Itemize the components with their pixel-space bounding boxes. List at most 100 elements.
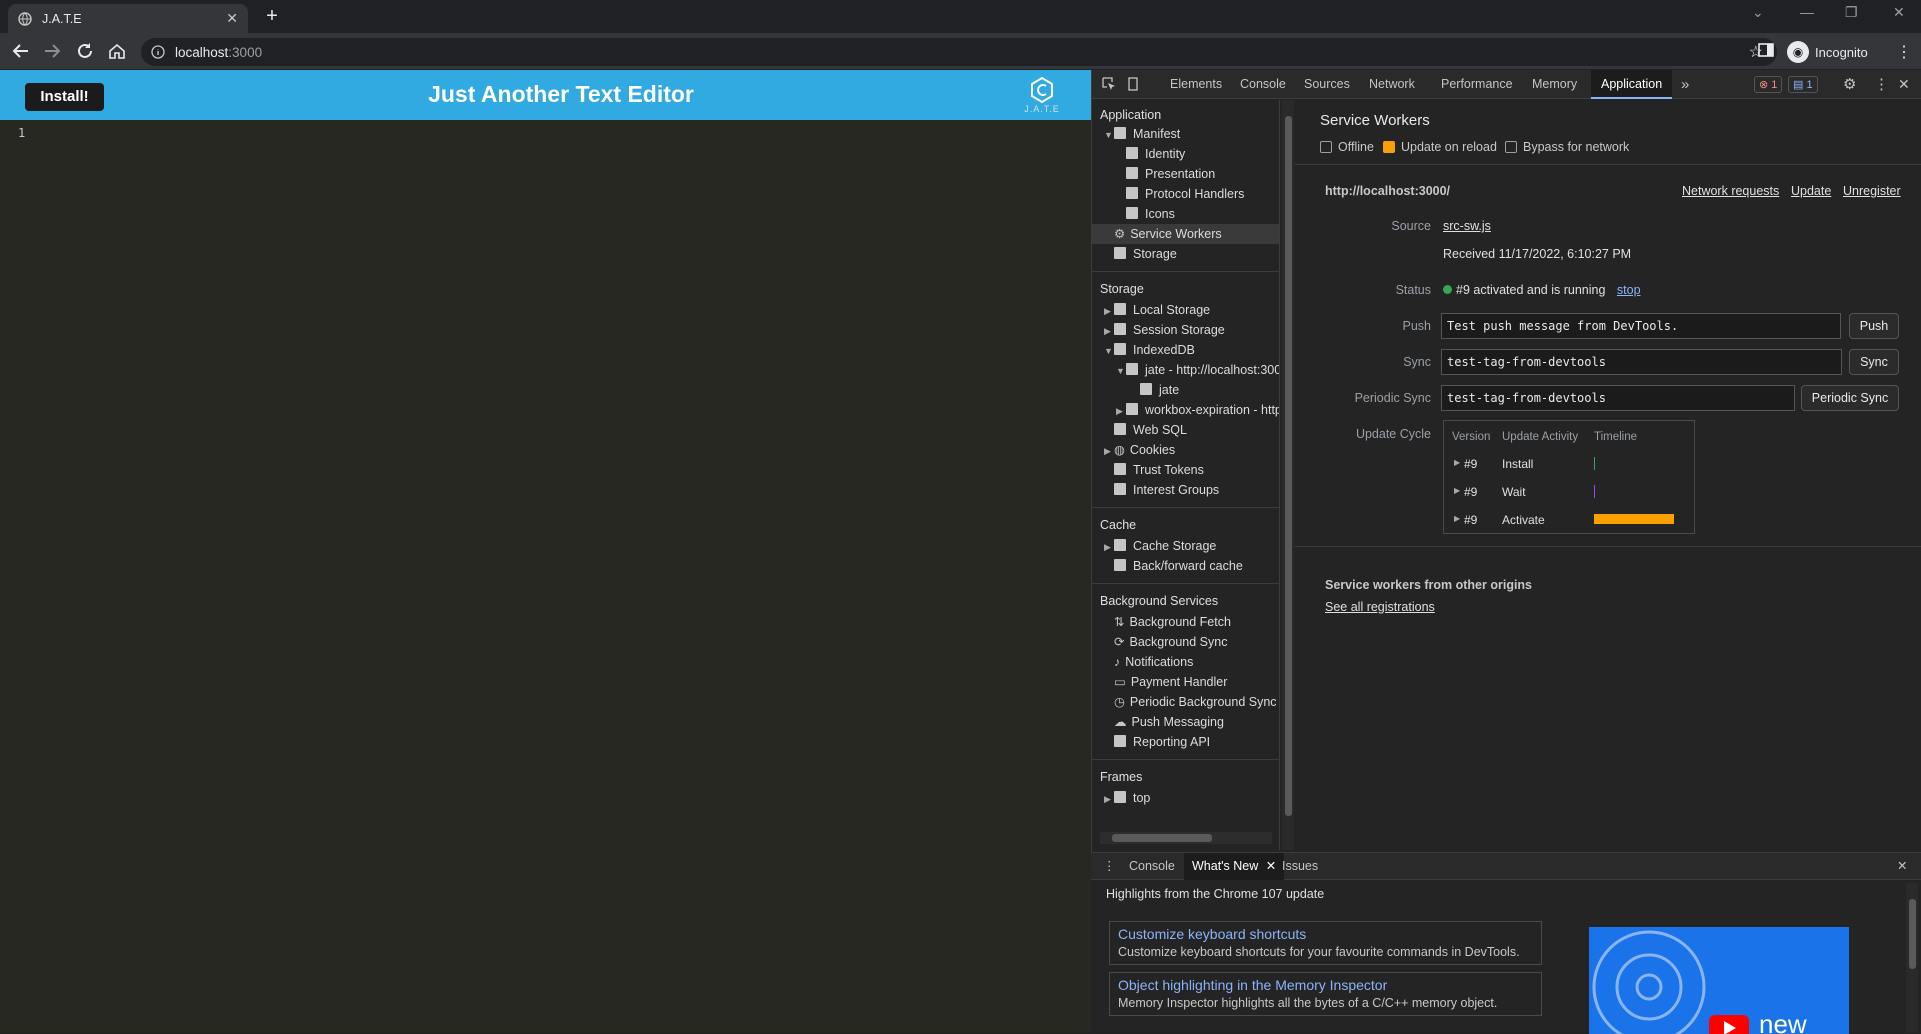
sidebar-item-interest-groups[interactable]: Interest Groups: [1092, 480, 1279, 500]
expand-right-icon[interactable]: ▶: [1454, 514, 1460, 523]
tab-network[interactable]: Network: [1369, 70, 1415, 99]
update-on-reload-checkbox[interactable]: Update on reload: [1383, 140, 1497, 154]
editor-area[interactable]: [40, 122, 1080, 1022]
network-requests-link[interactable]: Network requests: [1682, 184, 1779, 198]
sidebar-item-storage-overview[interactable]: Storage: [1092, 244, 1279, 264]
unregister-link[interactable]: Unregister: [1843, 184, 1901, 198]
card-title[interactable]: Customize keyboard shortcuts: [1118, 926, 1533, 942]
offline-checkbox[interactable]: Offline: [1320, 140, 1374, 154]
sidebar-item-icons[interactable]: Icons: [1092, 204, 1279, 224]
video-thumbnail[interactable]: new: [1589, 927, 1849, 1034]
incognito-indicator[interactable]: ◉ Incognito: [1787, 40, 1868, 64]
expand-right-icon[interactable]: ▶: [1454, 486, 1460, 495]
expand-right-icon[interactable]: ▶: [1104, 537, 1114, 557]
table-row[interactable]: ▶ #9 Install: [1444, 453, 1694, 479]
expand-right-icon[interactable]: ▶: [1104, 301, 1114, 321]
tab-memory[interactable]: Memory: [1532, 70, 1577, 99]
sidebar-item-presentation[interactable]: Presentation: [1092, 164, 1279, 184]
checkbox-icon[interactable]: [1320, 141, 1332, 153]
message-badge[interactable]: ▤ 1: [1788, 76, 1818, 93]
expand-right-icon[interactable]: ▶: [1454, 458, 1460, 467]
sidebar-item-cookies[interactable]: ▶ ◍ Cookies: [1092, 440, 1279, 461]
sidebar-item-web-sql[interactable]: Web SQL: [1092, 420, 1279, 440]
card-title[interactable]: Object highlighting in the Memory Inspec…: [1118, 977, 1533, 993]
drawer-tab-whats-new[interactable]: What's New ✕: [1184, 853, 1285, 880]
sidebar-item-identity[interactable]: Identity: [1092, 144, 1279, 164]
push-button[interactable]: Push: [1849, 313, 1899, 339]
error-badge[interactable]: ⊗ 1: [1754, 76, 1783, 93]
expand-down-icon[interactable]: ▼: [1104, 125, 1114, 145]
sidebar-hscrollbar[interactable]: [1100, 832, 1272, 844]
close-window-icon[interactable]: ✕: [1893, 4, 1905, 21]
inspect-element-icon[interactable]: [1102, 70, 1116, 99]
home-icon[interactable]: [108, 42, 128, 62]
sync-input[interactable]: test-tag-from-devtools: [1441, 349, 1842, 375]
sidebar-item-payment-handler[interactable]: ▭ Payment Handler: [1092, 672, 1279, 692]
sidebar-item-bfcache[interactable]: Back/forward cache: [1092, 556, 1279, 576]
expand-right-icon[interactable]: ▶: [1104, 789, 1114, 809]
table-row[interactable]: ▶ #9 Wait: [1444, 481, 1694, 507]
drawer-scrollbar[interactable]: [1906, 883, 1918, 1033]
sidebar-item-notifications[interactable]: ♪ Notifications: [1092, 652, 1279, 672]
forward-icon[interactable]: [43, 42, 63, 62]
sidebar-item-manifest[interactable]: ▼ Manifest: [1092, 124, 1279, 145]
whats-new-card[interactable]: Customize keyboard shortcuts Customize k…: [1109, 921, 1542, 965]
periodic-sync-input[interactable]: test-tag-from-devtools: [1441, 385, 1795, 411]
close-tab-icon[interactable]: ✕: [226, 10, 238, 27]
close-devtools-icon[interactable]: ✕: [1898, 70, 1910, 99]
see-all-registrations-link[interactable]: See all registrations: [1325, 600, 1435, 614]
sidebar-vscrollbar[interactable]: [1282, 100, 1294, 850]
table-row[interactable]: ▶ #9 Activate: [1444, 509, 1694, 535]
tab-search-icon[interactable]: ⌄: [1752, 4, 1764, 21]
new-tab-button[interactable]: +: [262, 6, 282, 26]
address-bar[interactable]: localhost:3000 ☆: [141, 38, 1777, 66]
restore-icon[interactable]: ❐: [1845, 4, 1858, 21]
reload-icon[interactable]: [76, 42, 96, 62]
whats-new-card[interactable]: Object highlighting in the Memory Inspec…: [1109, 972, 1542, 1016]
sidebar-item-service-workers[interactable]: ⚙ Service Workers: [1092, 224, 1279, 244]
checkbox-icon[interactable]: [1505, 141, 1517, 153]
device-toolbar-icon[interactable]: [1126, 70, 1140, 99]
sidebar-item-session-storage[interactable]: ▶ Session Storage: [1092, 320, 1279, 341]
sync-button[interactable]: Sync: [1849, 349, 1899, 375]
minimize-icon[interactable]: —: [1800, 4, 1814, 20]
sidebar-item-workbox-expiration[interactable]: ▶ workbox-expiration - http: [1092, 400, 1279, 421]
sidebar-item-local-storage[interactable]: ▶ Local Storage: [1092, 300, 1279, 321]
devtools-menu-icon[interactable]: ⋮: [1874, 70, 1889, 99]
bypass-checkbox[interactable]: Bypass for network: [1505, 140, 1629, 154]
push-input[interactable]: Test push message from DevTools.: [1441, 313, 1841, 339]
drawer-tab-issues[interactable]: Issues: [1282, 859, 1318, 873]
drawer-menu-icon[interactable]: ⋮: [1103, 858, 1116, 873]
settings-gear-icon[interactable]: ⚙: [1843, 70, 1856, 99]
tab-performance[interactable]: Performance: [1441, 70, 1513, 99]
tab-application[interactable]: Application: [1591, 70, 1673, 99]
expand-right-icon[interactable]: ▶: [1104, 441, 1114, 461]
stop-link[interactable]: stop: [1617, 283, 1641, 297]
sidebar-item-jate-store[interactable]: jate: [1092, 380, 1279, 400]
periodic-sync-button[interactable]: Periodic Sync: [1801, 385, 1899, 411]
drawer-tab-console[interactable]: Console: [1129, 859, 1175, 873]
sidebar-item-jate-db[interactable]: ▼ jate - http://localhost:300: [1092, 360, 1279, 381]
sidebar-item-protocol-handlers[interactable]: Protocol Handlers: [1092, 184, 1279, 204]
side-panel-icon[interactable]: [1758, 42, 1778, 62]
expand-right-icon[interactable]: ▶: [1104, 321, 1114, 341]
sidebar-item-background-sync[interactable]: ⟳ Background Sync: [1092, 632, 1279, 652]
sidebar-item-push-messaging[interactable]: ☁ Push Messaging: [1092, 712, 1279, 732]
expand-right-icon[interactable]: ▶: [1116, 401, 1126, 421]
sidebar-item-reporting-api[interactable]: Reporting API: [1092, 732, 1279, 752]
browser-tab[interactable]: J.A.T.E ✕: [8, 4, 248, 33]
sidebar-item-trust-tokens[interactable]: Trust Tokens: [1092, 460, 1279, 480]
back-icon[interactable]: [12, 42, 32, 62]
source-file-link[interactable]: src-sw.js: [1443, 219, 1491, 233]
tab-console[interactable]: Console: [1240, 70, 1286, 99]
info-icon[interactable]: [151, 45, 165, 59]
sidebar-item-frame-top[interactable]: ▶ top: [1092, 788, 1279, 809]
close-drawer-icon[interactable]: ✕: [1897, 858, 1907, 873]
expand-down-icon[interactable]: ▼: [1104, 341, 1114, 361]
close-tab-icon[interactable]: ✕: [1266, 859, 1276, 873]
chrome-menu-icon[interactable]: ⋮: [1896, 42, 1916, 62]
update-link[interactable]: Update: [1791, 184, 1831, 198]
more-tabs-icon[interactable]: »: [1681, 70, 1689, 99]
sidebar-item-indexeddb[interactable]: ▼ IndexedDB: [1092, 340, 1279, 361]
expand-down-icon[interactable]: ▼: [1116, 361, 1126, 381]
